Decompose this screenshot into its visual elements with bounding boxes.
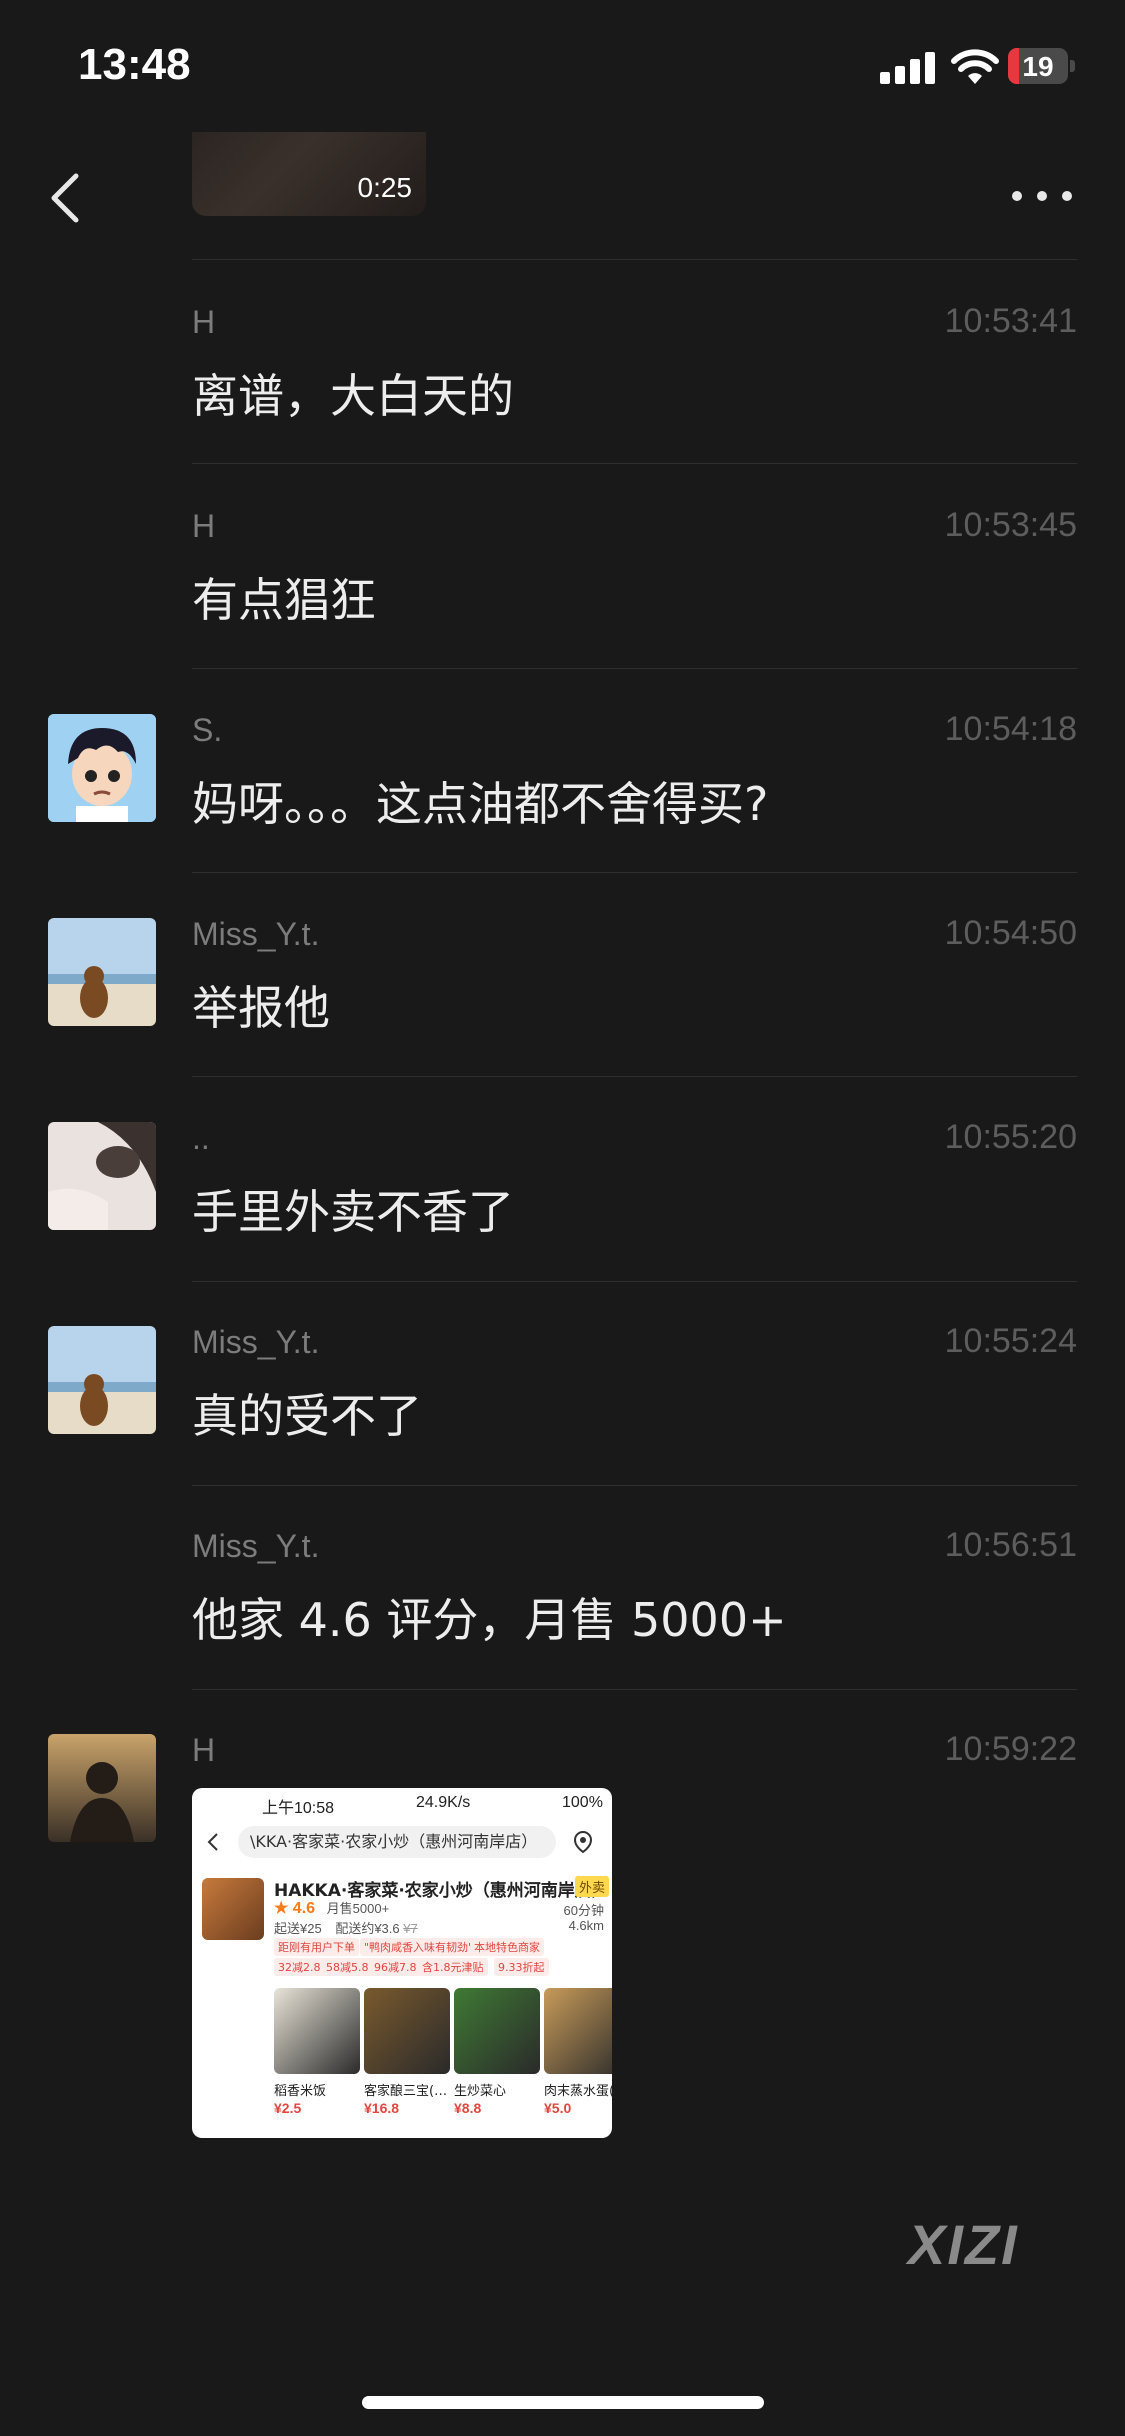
dish-name: 稻香米饭 xyxy=(274,2084,327,2099)
shop-thumbnail xyxy=(202,1878,264,1940)
message-time: 10:55:20 xyxy=(944,1118,1077,1156)
delivery-time: 60分钟 xyxy=(563,1903,604,1918)
back-button[interactable] xyxy=(40,168,90,228)
message-time: 10:54:18 xyxy=(944,710,1077,748)
signal-icon xyxy=(880,52,936,84)
sender-name: .. xyxy=(192,1120,210,1156)
dish-image xyxy=(454,1988,540,2074)
delivery-fee-old: ¥7 xyxy=(403,1921,418,1936)
status-time: 13:48 xyxy=(78,40,191,89)
dish-price: ¥16.8 xyxy=(364,2100,400,2116)
message-text[interactable]: 手里外卖不香了 xyxy=(192,1176,514,1242)
sunset-silhouette-avatar-icon xyxy=(48,1734,156,1842)
message-text[interactable]: 妈呀。。。这点油都不舍得买? xyxy=(192,768,768,834)
battery-cap xyxy=(1070,60,1075,72)
monthly-sales: 月售5000+ xyxy=(326,1901,390,1916)
watermark: XIZI xyxy=(908,2213,1019,2276)
dish-name: 生炒菜心 xyxy=(454,2084,507,2099)
video-message[interactable]: 0:25 xyxy=(192,132,426,216)
sender-name: S. xyxy=(192,712,223,748)
dish-price: ¥5.0 xyxy=(544,2100,572,2116)
promo-tag: 9.33折起 xyxy=(494,1958,549,1976)
message-text[interactable]: 举报他 xyxy=(192,972,330,1038)
divider xyxy=(192,872,1077,873)
avatar[interactable] xyxy=(48,1734,156,1842)
shop-tag: 外卖 xyxy=(575,1876,610,1897)
message-time: 10:55:24 xyxy=(944,1322,1077,1360)
promo-tag: 58减5.8 xyxy=(322,1958,373,1976)
location-icon xyxy=(573,1830,593,1854)
message-text[interactable]: 离谱，大白天的 xyxy=(192,360,514,426)
sender-name: Miss_Y.t. xyxy=(192,916,320,952)
battery-text: 19 xyxy=(1022,51,1054,82)
sender-name: Miss_Y.t. xyxy=(192,1324,320,1360)
shop-rating: ★ 4.6 xyxy=(274,1900,316,1917)
delivery-fee: 配送约¥3.6 xyxy=(335,1921,400,1936)
screenshot-status-speed: 24.9K/s xyxy=(416,1794,471,1811)
screenshot-status-battery: 100% xyxy=(562,1794,603,1811)
dish-image xyxy=(274,1988,360,2074)
dog-beach-avatar-icon xyxy=(48,1326,156,1434)
divider xyxy=(192,1689,1077,1690)
avatar[interactable] xyxy=(48,714,156,822)
dish-price: ¥8.8 xyxy=(454,2100,482,2116)
divider xyxy=(192,1485,1077,1486)
promo-tag: "鸭肉咸香入味有韧劲" xyxy=(360,1938,478,1956)
delivery-minimum: 起送¥25 xyxy=(274,1921,322,1936)
message-time: 10:56:51 xyxy=(944,1526,1077,1564)
promo-tag: 96减7.8 xyxy=(370,1958,421,1976)
divider xyxy=(192,463,1077,464)
sender-name: Miss_Y.t. xyxy=(192,1528,320,1564)
screenshot-status-bar: 上午10:58 24.9K/s 100% xyxy=(192,1794,612,1818)
dish-image xyxy=(544,1988,612,2074)
video-duration: 0:25 xyxy=(357,172,413,203)
message-time: 10:53:45 xyxy=(944,506,1077,544)
message-time: 10:53:41 xyxy=(944,302,1077,340)
status-bar: 13:48 19 xyxy=(0,0,1125,130)
divider xyxy=(192,668,1077,669)
message-text[interactable]: 有点猖狂 xyxy=(192,564,376,630)
divider xyxy=(192,1076,1077,1077)
home-indicator[interactable] xyxy=(362,2396,764,2409)
sender-name: H xyxy=(192,508,216,544)
divider xyxy=(192,259,1077,260)
chevron-left-icon xyxy=(207,1833,218,1851)
image-message[interactable]: 上午10:58 24.9K/s 100% \KKA·客家菜·农家小炒（惠州河南岸… xyxy=(192,1788,612,2138)
promo-tag: 距刚有用户下单 xyxy=(274,1938,359,1956)
dish-name: 肉末蒸水蛋(… xyxy=(544,2084,612,2099)
divider xyxy=(192,1281,1077,1282)
screenshot-status-time: 上午10:58 xyxy=(262,1800,335,1817)
dish-image xyxy=(364,1988,450,2074)
screenshot-search-bar: \KKA·客家菜·农家小炒（惠州河南岸店） xyxy=(238,1826,556,1858)
message-text[interactable]: 真的受不了 xyxy=(192,1380,422,1446)
promo-tag: 含1.8元津贴 xyxy=(418,1958,488,1976)
avatar[interactable] xyxy=(48,918,156,1026)
avatar[interactable] xyxy=(48,1122,156,1230)
promo-tag: 32减2.8 xyxy=(274,1958,325,1976)
girl-bed-avatar-icon xyxy=(48,1122,156,1230)
message-time: 10:54:50 xyxy=(944,914,1077,952)
message-time: 10:59:22 xyxy=(944,1730,1077,1768)
cartoon-boy-avatar-icon xyxy=(48,714,156,822)
distance: 4.6km xyxy=(568,1918,604,1933)
sender-name: H xyxy=(192,1732,216,1768)
wifi-icon xyxy=(951,49,999,84)
promo-tag: 本地特色商家 xyxy=(470,1938,544,1956)
dish-price: ¥2.5 xyxy=(274,2100,302,2116)
more-button[interactable] xyxy=(1010,182,1074,212)
battery-icon: 19 xyxy=(1008,48,1068,84)
message-text[interactable]: 他家 4.6 评分，月售 5000+ xyxy=(192,1584,787,1650)
sender-name: H xyxy=(192,304,216,340)
dish-name: 客家酿三宝(… xyxy=(364,2084,448,2099)
avatar[interactable] xyxy=(48,1326,156,1434)
dog-beach-avatar-icon xyxy=(48,918,156,1026)
